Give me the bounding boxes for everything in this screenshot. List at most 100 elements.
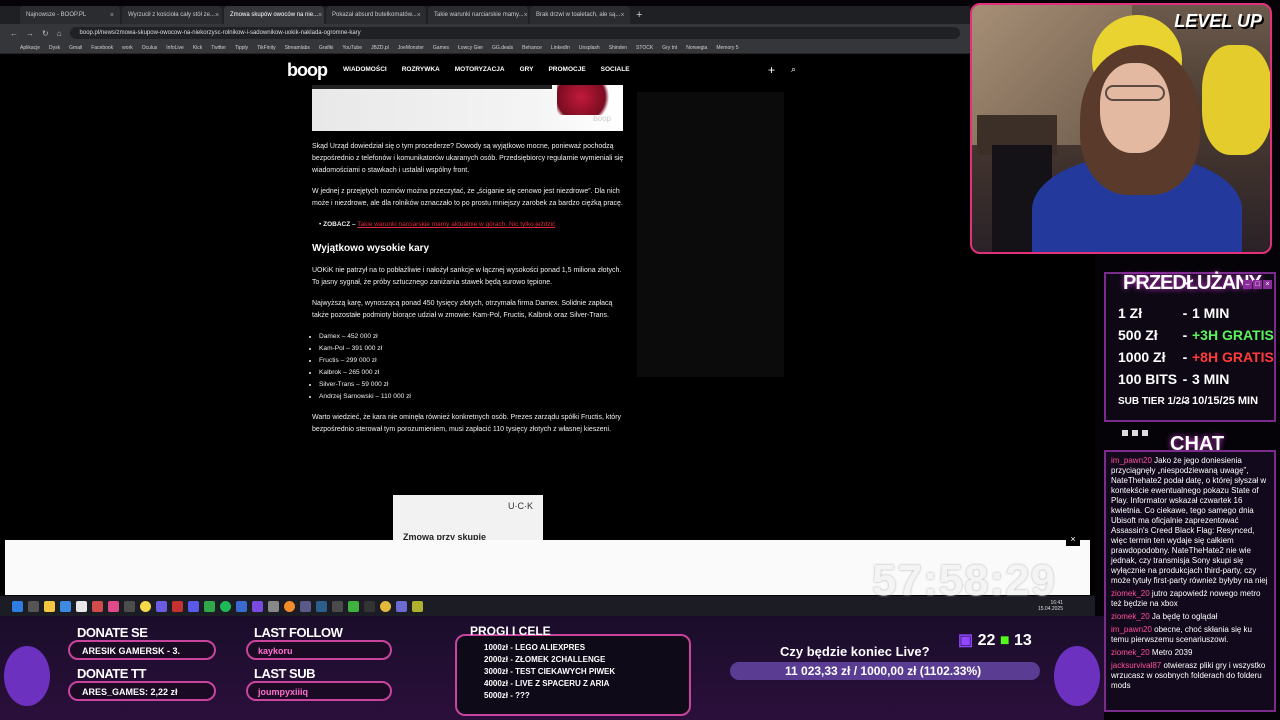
home-icon[interactable]: ⌂ xyxy=(57,29,62,38)
close-tab-icon[interactable]: × xyxy=(215,12,219,19)
rate-amount: 1 Zł xyxy=(1118,305,1143,321)
bookmark[interactable]: Norwegia xyxy=(686,45,707,51)
bookmark[interactable]: Gry tnt xyxy=(662,45,677,51)
site-logo[interactable]: boop xyxy=(287,60,328,81)
app-icon[interactable] xyxy=(92,600,103,612)
bookmark[interactable]: YouTube xyxy=(342,45,362,51)
nav-item[interactable]: PROMOCJE xyxy=(548,66,585,73)
end-live-question: Czy będzie koniec Live? xyxy=(780,644,930,659)
browser-tab[interactable]: Brak drzwi w toaletach, ale są... × xyxy=(530,6,630,24)
chrome-icon[interactable] xyxy=(380,600,391,612)
bookmark[interactable]: Unsplash xyxy=(579,45,600,51)
folder-icon[interactable] xyxy=(44,600,55,612)
rate-value: 1 MIN xyxy=(1192,305,1230,321)
app-icon[interactable] xyxy=(108,600,119,612)
bookmark[interactable]: Streamlabs xyxy=(285,45,310,51)
bookmark[interactable]: InfoLive xyxy=(166,45,184,51)
app-icon[interactable] xyxy=(284,600,295,612)
chat-user: im_pawn20 xyxy=(1111,625,1152,634)
search-icon[interactable]: ⌕ xyxy=(791,64,796,75)
fruit-graphic xyxy=(557,85,617,115)
bookmark[interactable]: Tipply xyxy=(235,45,248,51)
app-icon[interactable] xyxy=(396,600,407,612)
plus-icon[interactable]: + xyxy=(768,63,775,77)
bookmark[interactable]: TikFinity xyxy=(257,45,275,51)
nav-item[interactable]: WIADOMOŚCI xyxy=(343,66,387,73)
tree-decoration xyxy=(1054,646,1100,706)
bookmark[interactable]: Grafiki xyxy=(319,45,333,51)
bookmark[interactable]: Kick xyxy=(193,45,202,51)
donate-se-value: ARESIK GAMERSK - 3. xyxy=(82,646,181,656)
nav-item[interactable]: ROZRYWKA xyxy=(402,66,440,73)
app-icon[interactable] xyxy=(236,600,247,612)
bookmark[interactable]: STOCK xyxy=(636,45,653,51)
nav-item[interactable]: SOCIALE xyxy=(601,66,630,73)
app-icon[interactable] xyxy=(76,600,87,612)
forward-icon[interactable]: → xyxy=(26,29,34,38)
browser-tab-active[interactable]: Zmowa skupów owoców na nie... × xyxy=(224,6,324,24)
reload-icon[interactable]: ↻ xyxy=(42,29,49,38)
app-icon[interactable] xyxy=(348,600,359,612)
close-tab-icon[interactable]: × xyxy=(110,12,114,19)
close-tab-icon[interactable]: × xyxy=(524,12,528,19)
embedded-card[interactable]: U·C·K Zmowa przy skupie xyxy=(393,495,543,545)
nav-item[interactable]: GRY xyxy=(520,66,534,73)
app-icon[interactable] xyxy=(60,600,71,612)
bookmark[interactable]: Oculus xyxy=(142,45,158,51)
goal-item: 5000zł - ??? xyxy=(484,691,530,700)
bookmark[interactable]: GG.deals xyxy=(492,45,513,51)
bookmark[interactable]: Aplikacje xyxy=(20,45,40,51)
close-tab-icon[interactable]: × xyxy=(318,12,322,19)
app-icon[interactable] xyxy=(156,600,167,612)
bookmark[interactable]: Shinden xyxy=(609,45,627,51)
windows-start-icon[interactable] xyxy=(12,600,23,612)
donate-tt-value: ARES_GAMES: 2,22 zł xyxy=(82,687,178,697)
app-icon[interactable] xyxy=(268,600,279,612)
bookmark[interactable]: JBZD.pl xyxy=(371,45,389,51)
plush-toy xyxy=(1202,45,1270,155)
xbox-icon[interactable] xyxy=(204,600,215,612)
steam-icon[interactable] xyxy=(316,600,327,612)
browser-tab[interactable]: Najnowsze - BOOP.PL × xyxy=(20,6,120,24)
url-input[interactable]: boop.pl/news/zmowa-skupow-owocow-na-niek… xyxy=(69,27,960,39)
rate-row: SUB TIER 1/2/3-10/15/25 MIN xyxy=(1118,390,1276,412)
close-icon[interactable]: × xyxy=(1066,532,1080,546)
bookmark[interactable]: LinkedIn xyxy=(551,45,570,51)
taskview-icon[interactable] xyxy=(28,600,39,612)
bookmark[interactable]: Memory 5 xyxy=(716,45,738,51)
bookmark[interactable]: Behance xyxy=(522,45,542,51)
last-follow-value: kaykoru xyxy=(258,646,293,656)
discord-icon[interactable] xyxy=(188,600,199,612)
site-nav: boop WIADOMOŚCI ROZRYWKA MOTORYZACJA GRY… xyxy=(0,55,1095,85)
app-icon[interactable] xyxy=(412,600,423,612)
star-icon[interactable] xyxy=(140,600,151,612)
close-tab-icon[interactable]: × xyxy=(620,12,624,19)
app-icon[interactable] xyxy=(252,600,263,612)
rate-amount: 100 BITS xyxy=(1118,371,1178,387)
bookmark[interactable]: work xyxy=(122,45,133,51)
tab-label: Zmowa skupów owoców na nie... xyxy=(230,12,319,18)
bookmark[interactable]: Twitter xyxy=(211,45,226,51)
see-also-link[interactable]: Takie warunki narciarskie mamy aktualnie… xyxy=(357,221,555,228)
bookmark[interactable]: Łowcy Gier xyxy=(458,45,483,51)
bookmark[interactable]: Facebook xyxy=(91,45,113,51)
browser-tab[interactable]: Pokazał absurd butelkomatów... × xyxy=(326,6,426,24)
bookmark[interactable]: Games xyxy=(433,45,449,51)
goal-item: 1000zł - LEGO ALIEXPRES xyxy=(484,643,586,652)
nav-item[interactable]: MOTORYZACJA xyxy=(455,66,505,73)
app-icon[interactable] xyxy=(332,600,343,612)
back-icon[interactable]: ← xyxy=(10,29,18,38)
spotify-icon[interactable] xyxy=(220,600,231,612)
bookmark[interactable]: Dysk xyxy=(49,45,60,51)
browser-tab[interactable]: Wyrzucił z kościoła cały stół ze... × xyxy=(122,6,222,24)
goals-panel: PROGI I CELE 1000zł - LEGO ALIEXPRES 200… xyxy=(455,624,691,716)
browser-tab[interactable]: Takie warunki narciarskie mamy... × xyxy=(428,6,528,24)
app-icon[interactable] xyxy=(364,600,375,612)
app-icon[interactable] xyxy=(300,600,311,612)
app-icon[interactable] xyxy=(124,600,135,612)
close-tab-icon[interactable]: × xyxy=(417,12,421,19)
bookmark[interactable]: Gmail xyxy=(69,45,82,51)
bookmark[interactable]: JoeMonster xyxy=(398,45,424,51)
app-icon[interactable] xyxy=(172,600,183,612)
new-tab-button[interactable]: + xyxy=(636,6,642,24)
